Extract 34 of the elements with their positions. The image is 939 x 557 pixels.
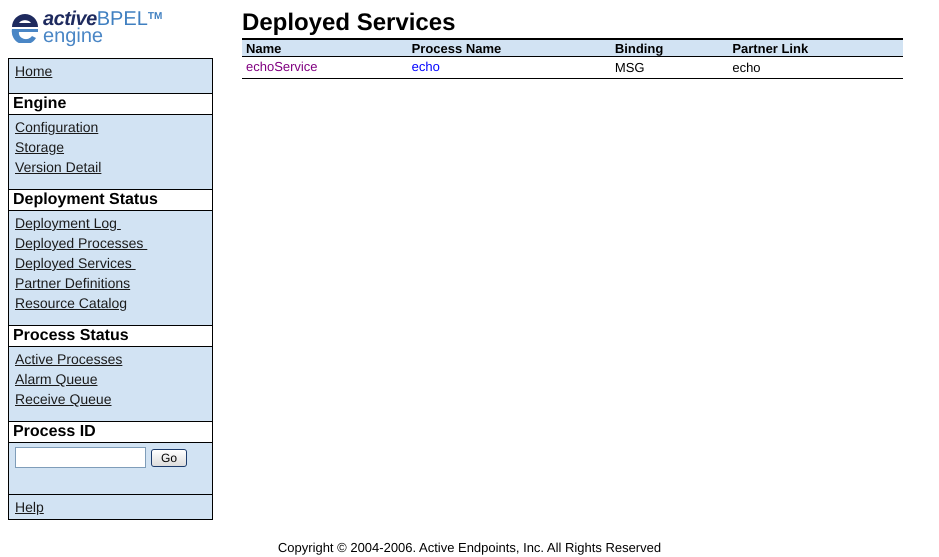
nav-link[interactable]: Help xyxy=(15,497,44,517)
section-heading: Process ID xyxy=(9,422,212,443)
logo-text: active xyxy=(43,11,97,28)
nav-link[interactable]: Resource Catalog xyxy=(15,293,128,313)
process-id-field[interactable] xyxy=(15,447,146,468)
nav-link[interactable]: Storage xyxy=(15,137,64,157)
logo-text: BPEL xyxy=(96,11,148,28)
nav-link[interactable]: Version Detail xyxy=(15,157,102,177)
page-title: Deployed Services xyxy=(242,8,456,38)
trademark: TM xyxy=(148,10,162,24)
nav-link[interactable]: Deployed Processes xyxy=(15,233,148,253)
table-link[interactable]: echo xyxy=(412,59,440,74)
nav-link[interactable]: Home xyxy=(15,61,52,81)
table-cell: echo xyxy=(728,56,903,78)
section-heading: Deployment Status xyxy=(9,190,212,211)
copyright-text: Copyright © 2004-2006. Active Endpoints, Inc. All Rights Reserved xyxy=(278,540,662,555)
section-heading: Process Status xyxy=(9,326,212,347)
nav-link[interactable]: Deployment Log xyxy=(15,213,121,233)
nav-link[interactable]: Deployed Services xyxy=(15,253,136,273)
column-header: Binding xyxy=(610,39,728,56)
section-heading: Engine xyxy=(9,94,212,115)
nav-link[interactable]: Active Processes xyxy=(15,349,122,369)
table-cell: MSG xyxy=(610,56,728,78)
column-header: Partner Link xyxy=(728,39,903,56)
logo-text: engine xyxy=(43,28,104,45)
nav-link[interactable]: Receive Queue xyxy=(15,389,112,409)
column-header: Process Name xyxy=(408,39,611,56)
nav-link[interactable]: Alarm Queue xyxy=(15,369,98,389)
table-link[interactable]: echoService xyxy=(246,59,318,74)
logo-icon xyxy=(11,13,39,43)
column-header: Name xyxy=(242,39,408,56)
nav-link[interactable]: Configuration xyxy=(15,117,98,137)
nav-link[interactable]: Partner Definitions xyxy=(15,273,130,293)
go-button[interactable]: Go xyxy=(151,448,188,466)
